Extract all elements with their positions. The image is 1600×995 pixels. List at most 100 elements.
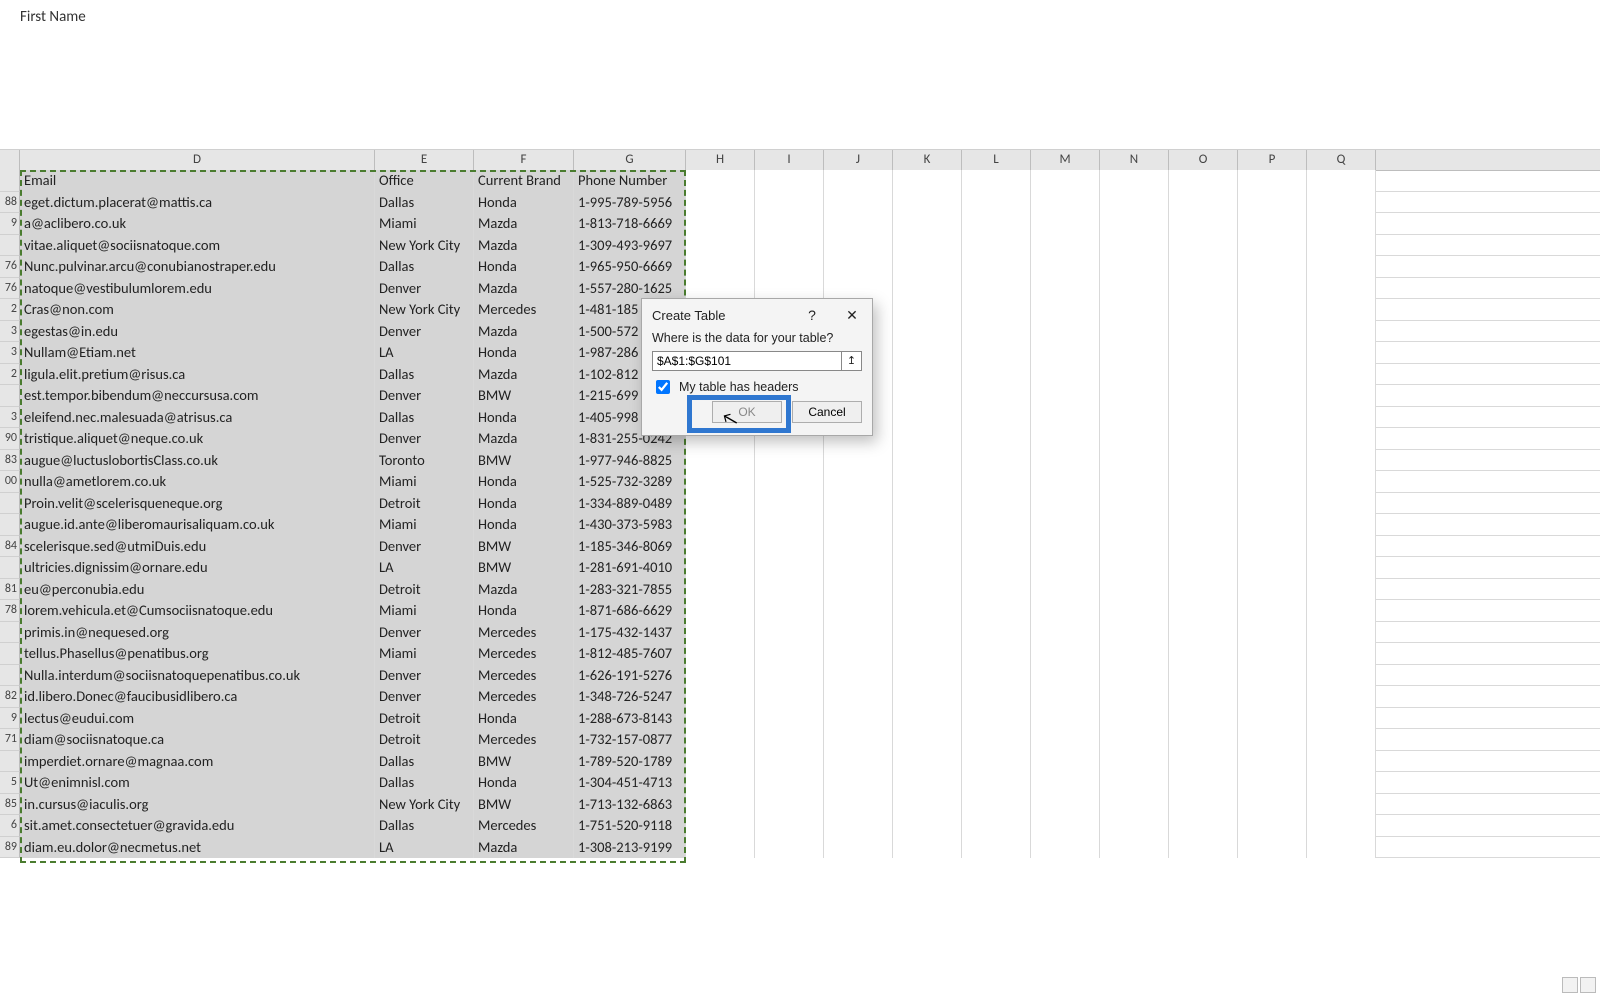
cell[interactable]	[1100, 686, 1169, 708]
cell[interactable]	[755, 579, 824, 601]
column-header-J[interactable]: J	[824, 150, 893, 170]
cell[interactable]	[1169, 751, 1238, 773]
row-header[interactable]: 76	[0, 278, 20, 300]
row-header[interactable]: 82	[0, 686, 20, 708]
cell[interactable]	[1307, 686, 1376, 708]
cell[interactable]	[755, 729, 824, 751]
cell[interactable]	[1238, 321, 1307, 343]
cell[interactable]: egestas@in.edu	[20, 321, 375, 343]
cell[interactable]	[1031, 686, 1100, 708]
cell[interactable]	[755, 643, 824, 665]
cell[interactable]	[1238, 815, 1307, 837]
cell[interactable]	[1031, 514, 1100, 536]
column-header-L[interactable]: L	[962, 150, 1031, 170]
cell[interactable]	[686, 751, 755, 773]
cell[interactable]	[1031, 600, 1100, 622]
cell[interactable]	[1238, 708, 1307, 730]
cell[interactable]: 1-812-485-7607	[574, 643, 686, 665]
cell[interactable]	[962, 299, 1031, 321]
cell[interactable]	[1031, 407, 1100, 429]
cell[interactable]	[1100, 729, 1169, 751]
cell[interactable]	[1031, 815, 1100, 837]
cell[interactable]	[1238, 600, 1307, 622]
cell[interactable]	[1169, 235, 1238, 257]
cell[interactable]	[1238, 643, 1307, 665]
cell[interactable]	[686, 170, 755, 192]
cell[interactable]	[962, 815, 1031, 837]
column-header-M[interactable]: M	[1031, 150, 1100, 170]
cell[interactable]	[824, 600, 893, 622]
cell[interactable]	[1031, 471, 1100, 493]
cell[interactable]	[962, 622, 1031, 644]
grid-body[interactable]: EmailOfficeCurrent BrandPhone Numbereget…	[20, 170, 1600, 858]
cell[interactable]	[1100, 364, 1169, 386]
cell[interactable]: 1-789-520-1789	[574, 751, 686, 773]
cell[interactable]	[686, 514, 755, 536]
cell[interactable]	[1307, 772, 1376, 794]
cell[interactable]	[1307, 622, 1376, 644]
cell[interactable]	[1238, 493, 1307, 515]
cell[interactable]: BMW	[474, 385, 574, 407]
cell[interactable]: 1-732-157-0877	[574, 729, 686, 751]
cell[interactable]	[1307, 815, 1376, 837]
cell[interactable]	[893, 385, 962, 407]
column-header-Q[interactable]: Q	[1307, 150, 1376, 170]
cell[interactable]: sit.amet.consectetuer@gravida.edu	[20, 815, 375, 837]
table-range-input[interactable]	[652, 351, 842, 371]
cell[interactable]	[893, 751, 962, 773]
cell[interactable]	[1031, 794, 1100, 816]
cell[interactable]	[755, 192, 824, 214]
cell[interactable]: New York City	[375, 235, 474, 257]
cell[interactable]: eu@perconubia.edu	[20, 579, 375, 601]
cell[interactable]	[1307, 256, 1376, 278]
cell[interactable]: imperdiet.ornare@magnaa.com	[20, 751, 375, 773]
cell[interactable]	[1169, 213, 1238, 235]
cell[interactable]	[686, 837, 755, 859]
cell[interactable]	[1238, 407, 1307, 429]
cell[interactable]	[1100, 815, 1169, 837]
row-header[interactable]: 88	[0, 192, 20, 214]
cell[interactable]	[1307, 643, 1376, 665]
cell[interactable]: Mazda	[474, 428, 574, 450]
cell[interactable]	[1238, 428, 1307, 450]
cell[interactable]	[824, 622, 893, 644]
cell[interactable]	[1307, 579, 1376, 601]
cell[interactable]	[755, 450, 824, 472]
cell[interactable]	[1169, 385, 1238, 407]
cell[interactable]	[1169, 708, 1238, 730]
cell[interactable]	[1100, 342, 1169, 364]
cell[interactable]	[755, 536, 824, 558]
cell[interactable]	[824, 708, 893, 730]
cell[interactable]: BMW	[474, 450, 574, 472]
cell[interactable]: 1-626-191-5276	[574, 665, 686, 687]
cell[interactable]: LA	[375, 557, 474, 579]
cell[interactable]	[962, 278, 1031, 300]
cell[interactable]	[1238, 170, 1307, 192]
cell[interactable]	[1031, 385, 1100, 407]
cell[interactable]	[1169, 428, 1238, 450]
cell[interactable]: 1-304-451-4713	[574, 772, 686, 794]
cell[interactable]: eleifend.nec.malesuada@atrisus.ca	[20, 407, 375, 429]
cell[interactable]: LA	[375, 837, 474, 859]
column-header-H[interactable]: H	[686, 150, 755, 170]
cell[interactable]	[1031, 321, 1100, 343]
cell[interactable]	[1031, 192, 1100, 214]
cell[interactable]	[1307, 557, 1376, 579]
cell[interactable]: 1-525-732-3289	[574, 471, 686, 493]
cell[interactable]	[1031, 342, 1100, 364]
cell[interactable]	[893, 299, 962, 321]
cell[interactable]	[1307, 299, 1376, 321]
cell[interactable]: lorem.vehicula.et@Cumsociisnatoque.edu	[20, 600, 375, 622]
cell[interactable]: augue@luctuslobortisClass.co.uk	[20, 450, 375, 472]
cell[interactable]	[1100, 837, 1169, 859]
dialog-help-button[interactable]: ?	[792, 299, 832, 331]
cell[interactable]	[1100, 643, 1169, 665]
row-header[interactable]	[0, 235, 20, 257]
cell[interactable]	[1031, 643, 1100, 665]
cell[interactable]	[686, 579, 755, 601]
row-header[interactable]: 85	[0, 794, 20, 816]
cell[interactable]	[1100, 385, 1169, 407]
cell[interactable]: 1-283-321-7855	[574, 579, 686, 601]
cell[interactable]	[962, 192, 1031, 214]
cell[interactable]	[686, 493, 755, 515]
